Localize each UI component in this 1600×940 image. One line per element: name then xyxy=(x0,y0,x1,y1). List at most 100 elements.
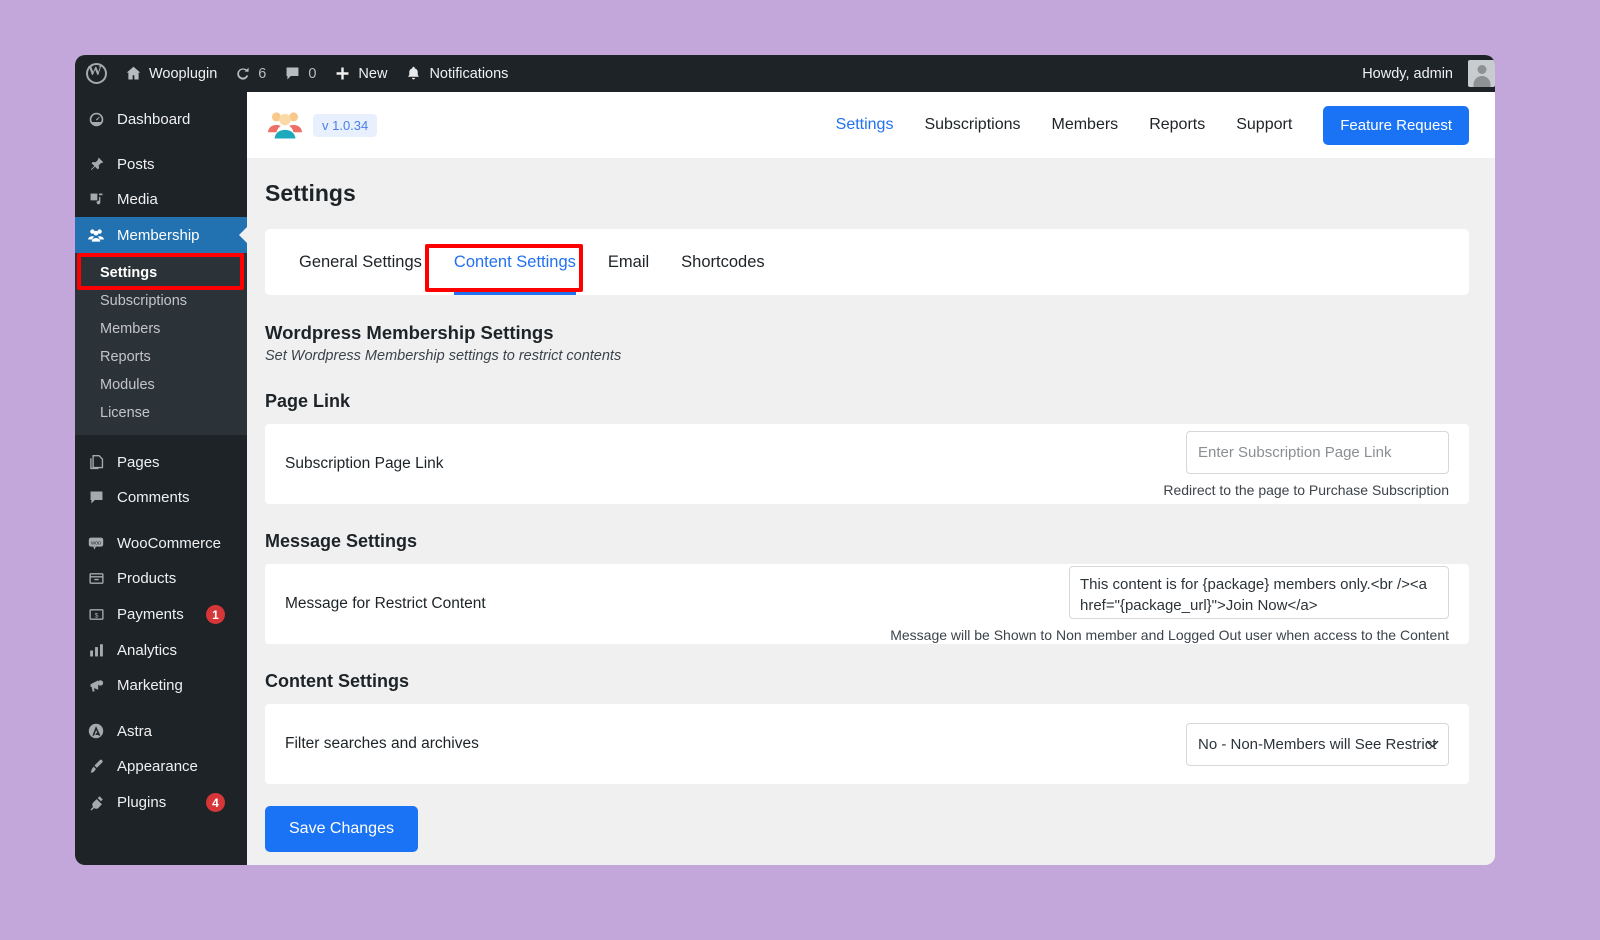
sidebar-item-label: Plugins xyxy=(117,794,167,811)
sidebar-item-dashboard[interactable]: Dashboard xyxy=(75,102,247,137)
sidebar-item-label: Payments xyxy=(117,606,184,623)
plugin-nav-settings[interactable]: Settings xyxy=(836,116,894,134)
feature-request-button[interactable]: Feature Request xyxy=(1323,105,1469,145)
comments-menu[interactable]: 0 xyxy=(275,55,325,92)
sidebar-item-label: Products xyxy=(117,570,177,587)
sidebar-item-posts[interactable]: Posts xyxy=(75,147,247,182)
sidebar-divider xyxy=(75,435,247,445)
wp-admin-sidebar[interactable]: Dashboard Posts Media Membership Setting… xyxy=(75,92,247,865)
sidebar-item-comments[interactable]: Comments xyxy=(75,480,247,515)
new-label: New xyxy=(358,65,388,82)
subscription-page-link-hint: Redirect to the page to Purchase Subscri… xyxy=(1163,481,1449,498)
plugin-nav-members[interactable]: Members xyxy=(1052,116,1119,134)
tab-content-settings[interactable]: Content Settings xyxy=(438,229,592,295)
sidebar-item-label: Pages xyxy=(117,454,160,471)
home-icon xyxy=(125,65,142,82)
group-title-content-settings: Content Settings xyxy=(265,671,409,691)
sidebar-item-plugins[interactable]: Plugins 4 xyxy=(75,784,247,821)
sidebar-item-payments[interactable]: $ Payments 1 xyxy=(75,596,247,633)
products-icon xyxy=(86,570,106,587)
plugin-version-badge: v 1.0.34 xyxy=(313,113,378,137)
subscription-page-link-input[interactable] xyxy=(1186,430,1449,474)
sidebar-divider xyxy=(75,137,247,147)
comment-bubble-icon xyxy=(284,65,301,82)
sidebar-item-astra[interactable]: Astra xyxy=(75,713,247,749)
sidebar-item-label: Posts xyxy=(117,156,155,173)
comments-count: 0 xyxy=(308,65,317,82)
new-content-menu[interactable]: New xyxy=(325,55,396,92)
sidebar-subitem-label: Settings xyxy=(100,265,158,281)
wp-logo-menu[interactable]: W xyxy=(75,55,116,92)
page-link-panel: Subscription Page Link Redirect to the p… xyxy=(265,424,1469,504)
sidebar-item-analytics[interactable]: Analytics xyxy=(75,633,247,668)
group-title-message-settings: Message Settings xyxy=(265,531,418,551)
sidebar-item-label: Marketing xyxy=(117,677,183,694)
filter-searches-label: Filter searches and archives xyxy=(285,735,479,752)
analytics-icon xyxy=(86,642,106,659)
plugin-header: v 1.0.34 Settings Subscriptions Members … xyxy=(247,92,1495,158)
plugin-nav[interactable]: Settings Subscriptions Members Reports S… xyxy=(836,105,1469,145)
sidebar-item-marketing[interactable]: Marketing xyxy=(75,668,247,703)
sidebar-item-label: Analytics xyxy=(117,642,178,659)
sidebar-subitem-label: Subscriptions xyxy=(100,293,188,309)
sidebar-subitem-label: Modules xyxy=(100,377,155,393)
sidebar-item-woocommerce[interactable]: woo WooCommerce xyxy=(75,525,247,561)
tab-email[interactable]: Email xyxy=(592,229,665,295)
pages-icon xyxy=(86,454,106,471)
membership-submenu[interactable]: Settings Subscriptions Members Reports M… xyxy=(75,253,247,435)
howdy-label: Howdy, admin xyxy=(1362,65,1453,82)
svg-text:woo: woo xyxy=(90,540,101,546)
tab-general-settings[interactable]: General Settings xyxy=(283,229,438,295)
page-title: Settings xyxy=(265,180,356,206)
pin-icon xyxy=(86,156,106,173)
sidebar-item-label: Astra xyxy=(117,722,153,740)
filter-searches-select-wrap[interactable]: No - Non-Members will See Restrict xyxy=(1186,722,1449,766)
sidebar-item-modules[interactable]: Modules xyxy=(75,371,247,399)
filter-searches-control: No - Non-Members will See Restrict xyxy=(1186,722,1449,766)
plugin-brand: v 1.0.34 xyxy=(267,107,378,143)
site-name-menu[interactable]: Wooplugin xyxy=(116,55,226,92)
notifications-label: Notifications xyxy=(429,65,509,82)
tab-shortcodes[interactable]: Shortcodes xyxy=(665,229,780,295)
sidebar-item-subscriptions[interactable]: Subscriptions xyxy=(75,287,247,315)
save-changes-button[interactable]: Save Changes xyxy=(265,806,418,852)
updates-menu[interactable]: 6 xyxy=(226,55,275,92)
megaphone-icon xyxy=(86,677,106,694)
updates-icon xyxy=(235,66,251,82)
site-name-label: Wooplugin xyxy=(149,65,218,82)
sidebar-item-membership[interactable]: Membership xyxy=(75,217,247,253)
restrict-message-textarea[interactable] xyxy=(1069,565,1449,619)
group-title-page-link: Page Link xyxy=(265,391,351,411)
svg-text:$: $ xyxy=(94,612,98,619)
subscription-page-link-control: Redirect to the page to Purchase Subscri… xyxy=(1163,430,1449,498)
sidebar-item-label: Membership xyxy=(117,226,200,244)
media-icon xyxy=(86,191,106,208)
restrict-message-hint: Message will be Shown to Non member and … xyxy=(890,626,1449,643)
account-menu[interactable]: Howdy, admin xyxy=(1362,55,1495,92)
sidebar-item-products[interactable]: Products xyxy=(75,561,247,596)
payments-badge: 1 xyxy=(206,605,225,624)
sidebar-item-members[interactable]: Members xyxy=(75,315,247,343)
restrict-message-control: Message will be Shown to Non member and … xyxy=(890,565,1449,643)
filter-searches-select[interactable]: No - Non-Members will See Restrict xyxy=(1186,722,1449,766)
sidebar-item-settings[interactable]: Settings xyxy=(75,259,247,287)
subscription-page-link-label: Subscription Page Link xyxy=(285,455,444,472)
content-settings-panel: Filter searches and archives No - Non-Me… xyxy=(265,704,1469,784)
notifications-menu[interactable]: Notifications xyxy=(396,55,517,92)
plus-icon xyxy=(334,65,351,82)
comment-icon xyxy=(86,489,106,506)
sidebar-item-media[interactable]: Media xyxy=(75,182,247,217)
bell-icon xyxy=(405,65,422,82)
browser-window: W Wooplugin 6 0 New Notifications Howdy,… xyxy=(75,55,1495,865)
sidebar-item-license[interactable]: License xyxy=(75,399,247,427)
plugin-nav-support[interactable]: Support xyxy=(1236,116,1292,134)
plugin-nav-reports[interactable]: Reports xyxy=(1149,116,1205,134)
sidebar-item-appearance[interactable]: Appearance xyxy=(75,749,247,784)
sidebar-item-pages[interactable]: Pages xyxy=(75,445,247,480)
sidebar-divider xyxy=(75,703,247,713)
brush-icon xyxy=(86,758,106,775)
astra-icon xyxy=(86,722,106,740)
settings-tabs[interactable]: General Settings Content Settings Email … xyxy=(265,229,1469,295)
sidebar-item-reports[interactable]: Reports xyxy=(75,343,247,371)
plugin-nav-subscriptions[interactable]: Subscriptions xyxy=(924,116,1020,134)
